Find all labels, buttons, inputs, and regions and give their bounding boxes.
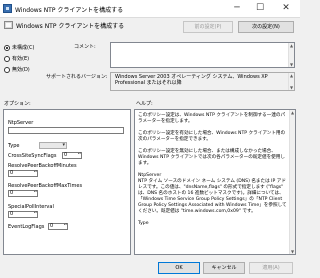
help-label: ヘルプ: xyxy=(136,101,153,107)
supported-scrollbar[interactable]: ▲ ▼ xyxy=(288,73,294,90)
next-setting-button[interactable]: 次の設定(N) xyxy=(238,21,294,33)
scroll-down-icon[interactable]: ▼ xyxy=(289,62,294,67)
help-text: このポリシー設定は、Windows NTP クライアントを制御する一連のパラメー… xyxy=(138,113,287,226)
close-button[interactable]: ✕ xyxy=(277,1,295,16)
supported-on-label: サポートされるバージョン: xyxy=(46,74,108,80)
scroll-down-icon[interactable]: ▼ xyxy=(289,85,294,90)
radio-not-configured-indicator[interactable] xyxy=(4,44,10,51)
type-label: Type xyxy=(8,143,20,149)
scroll-up-icon[interactable]: ▲ xyxy=(289,43,294,48)
radio-disabled-indicator[interactable] xyxy=(4,66,10,73)
specialpollinterval-spinner[interactable]: 0 xyxy=(8,211,38,218)
resolvepeerbackoffminutes-spinner[interactable]: 0 xyxy=(8,170,38,177)
minimize-button[interactable]: ─ xyxy=(228,1,246,16)
comment-scrollbar[interactable]: ▲ ▼ xyxy=(288,43,294,67)
options-panel: NtpServer Type CrossSiteSyncFlags 0 Reso… xyxy=(3,109,131,255)
scroll-down-icon[interactable]: ▼ xyxy=(290,249,295,254)
title-bar: Windows NTP クライアントを構成する ─ ☐ ✕ xyxy=(0,0,300,18)
crosssitesyncflags-label: CrossSiteSyncFlags xyxy=(8,153,57,159)
radio-enabled-label: 有効(E) xyxy=(12,56,30,62)
resolvepeerbackoffminutes-label: ResolvePeerBackoffMinutes xyxy=(8,163,77,169)
help-scrollbar[interactable]: ▲ ▼ xyxy=(289,110,295,254)
apply-button[interactable]: 適用(A) xyxy=(249,262,293,274)
cancel-button[interactable]: キャンセル xyxy=(203,262,245,274)
eventlogflags-spinner[interactable]: 0 xyxy=(48,223,68,230)
radio-enabled-indicator[interactable] xyxy=(4,55,10,62)
type-select[interactable] xyxy=(39,142,67,149)
crosssitesyncflags-spinner[interactable]: 0 xyxy=(62,152,82,159)
comment-label: コメント: xyxy=(74,44,96,50)
radio-not-configured[interactable]: 未構成(C) xyxy=(4,43,34,52)
window-title: Windows NTP クライアントを構成する xyxy=(15,7,124,14)
resolvepeerbackoffmaxtimes-spinner[interactable]: 0 xyxy=(8,190,38,197)
radio-not-configured-label: 未構成(C) xyxy=(12,45,35,51)
maximize-button[interactable]: ☐ xyxy=(251,1,269,16)
setting-icon xyxy=(4,21,13,29)
ntpserver-input[interactable] xyxy=(8,127,124,134)
scroll-up-icon[interactable]: ▲ xyxy=(290,110,295,115)
ok-button[interactable]: OK xyxy=(158,262,200,274)
previous-setting-button[interactable]: 前の設定(P) xyxy=(183,21,233,33)
setting-title: Windows NTP クライアントを構成する xyxy=(16,23,125,30)
supported-on-text: Windows Server 2003 オペレーティング システム、Window… xyxy=(115,74,268,86)
radio-enabled[interactable]: 有効(E) xyxy=(4,54,29,63)
ntpserver-label: NtpServer xyxy=(8,120,34,126)
radio-disabled-label: 無効(D) xyxy=(12,67,30,73)
comment-textarea[interactable]: ▲ ▼ xyxy=(110,42,295,68)
eventlogflags-label: EventLogFlags xyxy=(8,224,45,230)
options-label: オプション: xyxy=(4,101,31,107)
radio-disabled[interactable]: 無効(D) xyxy=(4,65,30,74)
specialpollinterval-label: SpecialPollInterval xyxy=(8,204,54,210)
resolvepeerbackoffmaxtimes-label: ResolvePeerBackoffMaxTimes xyxy=(8,183,83,189)
scroll-up-icon[interactable]: ▲ xyxy=(289,73,294,78)
supported-on-box: Windows Server 2003 オペレーティング システム、Window… xyxy=(110,72,295,91)
policy-app-icon xyxy=(3,4,12,13)
help-panel: このポリシー設定は、Windows NTP クライアントを制御する一連のパラメー… xyxy=(134,109,296,255)
